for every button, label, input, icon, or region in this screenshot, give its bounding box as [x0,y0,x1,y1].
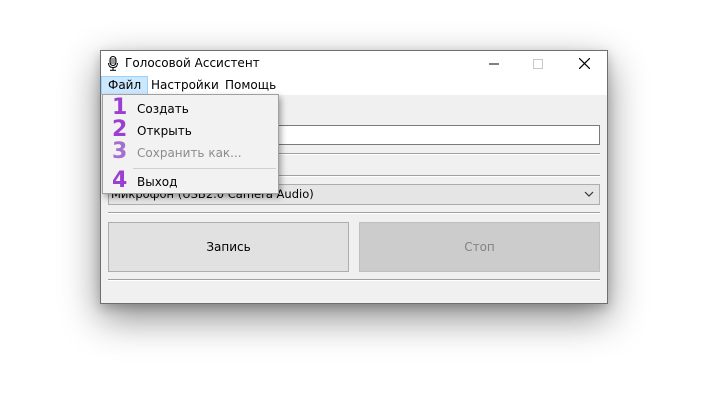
menu-item-label: Открыть [137,124,192,138]
menu-item-create[interactable]: 1 Создать [103,96,278,120]
menu-file[interactable]: Файл [101,76,149,95]
close-button[interactable] [561,51,607,76]
annotation-number: 4 [112,168,128,193]
menu-bar: Файл Настройки Помощь [101,76,607,95]
status-separator [108,279,600,281]
close-icon [578,58,590,69]
menu-help[interactable]: Помощь [219,77,282,94]
menu-item-label: Выход [137,175,178,189]
window-title: Голосовой Ассистент [125,56,260,70]
chevron-down-icon [584,191,594,197]
minimize-button[interactable] [471,51,517,76]
maximize-button[interactable] [515,51,561,76]
microphone-icon [108,56,118,71]
title-bar[interactable]: Голосовой Ассистент [101,51,607,76]
maximize-icon [533,58,543,69]
stop-button[interactable]: Стоп [359,222,600,272]
separator [108,212,600,214]
menu-separator [133,168,276,169]
file-menu-dropdown: 1 Создать 2 Открыть 3 Сохранить как... 4… [102,94,279,194]
menu-item-label: Создать [137,102,189,116]
record-button[interactable]: Запись [108,222,349,272]
minimize-icon [489,63,499,64]
menu-item-exit[interactable]: 4 Выход [103,168,278,193]
menu-settings[interactable]: Настройки [145,77,225,94]
menu-item-save-as: 3 Сохранить как... [103,139,278,164]
menu-item-open[interactable]: 2 Открыть [103,118,278,142]
annotation-number: 3 [112,139,128,164]
menu-item-label: Сохранить как... [137,146,242,160]
